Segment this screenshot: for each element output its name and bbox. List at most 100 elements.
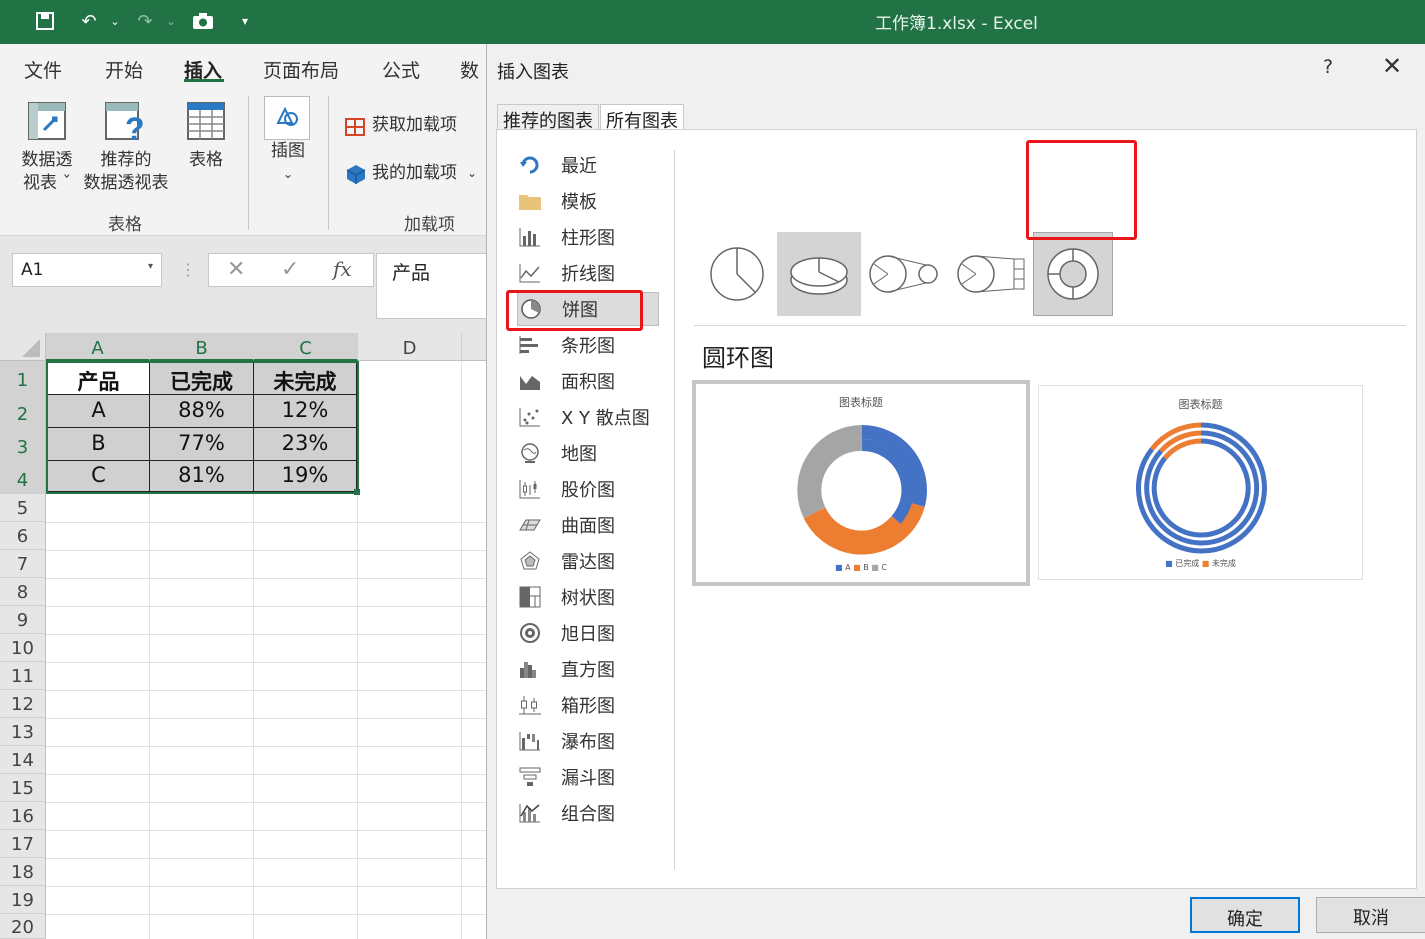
category-map[interactable]: 地图 [517,436,657,470]
category-label: 股价图 [561,480,615,501]
recommended-pivot-button[interactable]: ? 推荐的 数据透视表 [80,100,172,195]
row-header[interactable]: 8 [0,578,46,606]
table-cell[interactable]: 产品 [48,363,150,395]
table-cell[interactable]: A [48,395,150,428]
tab-page-layout[interactable]: 页面布局 [263,56,339,83]
grid-line [46,522,490,523]
table-cell[interactable]: 81% [150,461,254,492]
category-recent[interactable]: 最近 [517,148,657,182]
row-header[interactable]: 11 [0,662,46,690]
column-header[interactable]: C [254,333,358,361]
row-header[interactable]: 19 [0,886,46,914]
cancel-entry-icon[interactable]: ✕ [227,257,245,282]
table-cell[interactable]: 12% [254,395,357,428]
category-column[interactable]: 柱形图 [517,220,657,254]
fill-handle[interactable] [354,489,360,495]
subtype-doughnut[interactable] [1033,232,1113,316]
category-combo[interactable]: 组合图 [517,796,657,830]
table-button[interactable]: 表格 [180,100,232,172]
get-addins-button[interactable]: 获取加载项 [344,114,457,137]
category-radar[interactable]: 雷达图 [517,544,657,578]
my-addins-button[interactable]: 我的加载项 ⌄ [344,162,477,185]
row-header[interactable]: 7 [0,550,46,578]
column-header[interactable]: D [358,333,462,361]
row-header[interactable]: 14 [0,746,46,774]
tab-recommended-charts[interactable]: 推荐的图表 [497,104,599,132]
redo-dropdown-icon[interactable]: ⌄ [158,8,184,34]
row-header[interactable]: 4 [0,461,46,494]
row-header[interactable]: 12 [0,690,46,718]
tab-home[interactable]: 开始 [105,56,143,83]
help-button[interactable]: ? [1323,56,1333,78]
confirm-entry-icon[interactable]: ✓ [281,257,299,282]
dropdown-icon[interactable]: ▾ [148,261,153,272]
row-header[interactable]: 16 [0,802,46,830]
ok-button[interactable]: 确定 [1190,897,1300,933]
save-icon[interactable] [32,8,58,34]
chart-preview-1[interactable]: 图表标题 ■ A ■ B ■ C [692,380,1030,586]
table-cell[interactable]: 已完成 [150,363,254,395]
column-header[interactable]: A [46,333,150,361]
tab-data[interactable]: 数 [460,56,479,83]
row-header[interactable]: 3 [0,428,46,461]
cancel-button[interactable]: 取消 [1316,897,1425,933]
category-templates[interactable]: 模板 [517,184,657,218]
chart-preview-2[interactable]: 图表标题 ■ 已完成 ■ 未完成 [1038,385,1363,580]
select-all-corner[interactable] [0,333,46,361]
category-waterfall[interactable]: 瀑布图 [517,724,657,758]
row-header[interactable]: 20 [0,914,46,939]
row-header[interactable]: 15 [0,774,46,802]
undo-icon[interactable]: ↶ [76,8,102,34]
tab-formulas[interactable]: 公式 [382,56,420,83]
pie-icon [710,247,764,301]
subtype-pie[interactable] [695,232,779,316]
row-header[interactable]: 5 [0,494,46,522]
category-treemap[interactable]: 树状图 [517,580,657,614]
row-header[interactable]: 9 [0,606,46,634]
grid-line [46,886,490,887]
table-cell[interactable]: C [48,461,150,492]
customize-toolbar-icon[interactable]: ▾ [232,8,258,34]
row-header[interactable]: 1 [0,361,46,395]
subtype-pie-of-pie[interactable] [859,232,949,316]
category-funnel[interactable]: 漏斗图 [517,760,657,794]
tab-file[interactable]: 文件 [24,56,62,83]
tab-all-charts[interactable]: 所有图表 [600,104,684,132]
subtype-bar-of-pie[interactable] [947,232,1037,316]
pivot-table-button[interactable]: 数据透 视表 ˇ [18,100,76,195]
subtype-3d-pie[interactable] [777,232,861,316]
table-cell[interactable]: 88% [150,395,254,428]
category-sunburst[interactable]: 旭日图 [517,616,657,650]
category-line[interactable]: 折线图 [517,256,657,290]
row-header[interactable]: 13 [0,718,46,746]
category-stock[interactable]: 股价图 [517,472,657,506]
category-label: 组合图 [561,804,615,825]
column-header[interactable]: B [150,333,254,361]
row-header[interactable]: 10 [0,634,46,662]
close-icon[interactable]: ✕ [1382,52,1402,80]
table-cell[interactable]: 19% [254,461,357,492]
preview-chart-title: 图表标题 [839,396,883,409]
redo-icon[interactable]: ↷ [132,8,158,34]
category-box-whisker[interactable]: 箱形图 [517,688,657,722]
name-box[interactable]: A1 ▾ [12,253,162,287]
table-cell[interactable]: 23% [254,428,357,461]
grid-line [46,858,490,859]
insert-function-icon[interactable]: fx [333,257,352,281]
row-header[interactable]: 17 [0,830,46,858]
row-header[interactable]: 18 [0,858,46,886]
undo-dropdown-icon[interactable]: ⌄ [102,8,128,34]
table-cell[interactable]: 77% [150,428,254,461]
row-header[interactable]: 2 [0,395,46,428]
formula-input[interactable]: 产品 [376,253,490,319]
camera-icon[interactable] [190,8,216,34]
category-surface[interactable]: 曲面图 [517,508,657,542]
table-cell[interactable]: 未完成 [254,363,357,395]
category-scatter[interactable]: X Y 散点图 [517,400,657,434]
category-area[interactable]: 面积图 [517,364,657,398]
row-header[interactable]: 6 [0,522,46,550]
table-cell[interactable]: B [48,428,150,461]
illustrations-button[interactable]: 插图 ⌄ [264,96,312,186]
category-bar[interactable]: 条形图 [517,328,657,362]
category-histogram[interactable]: 直方图 [517,652,657,686]
